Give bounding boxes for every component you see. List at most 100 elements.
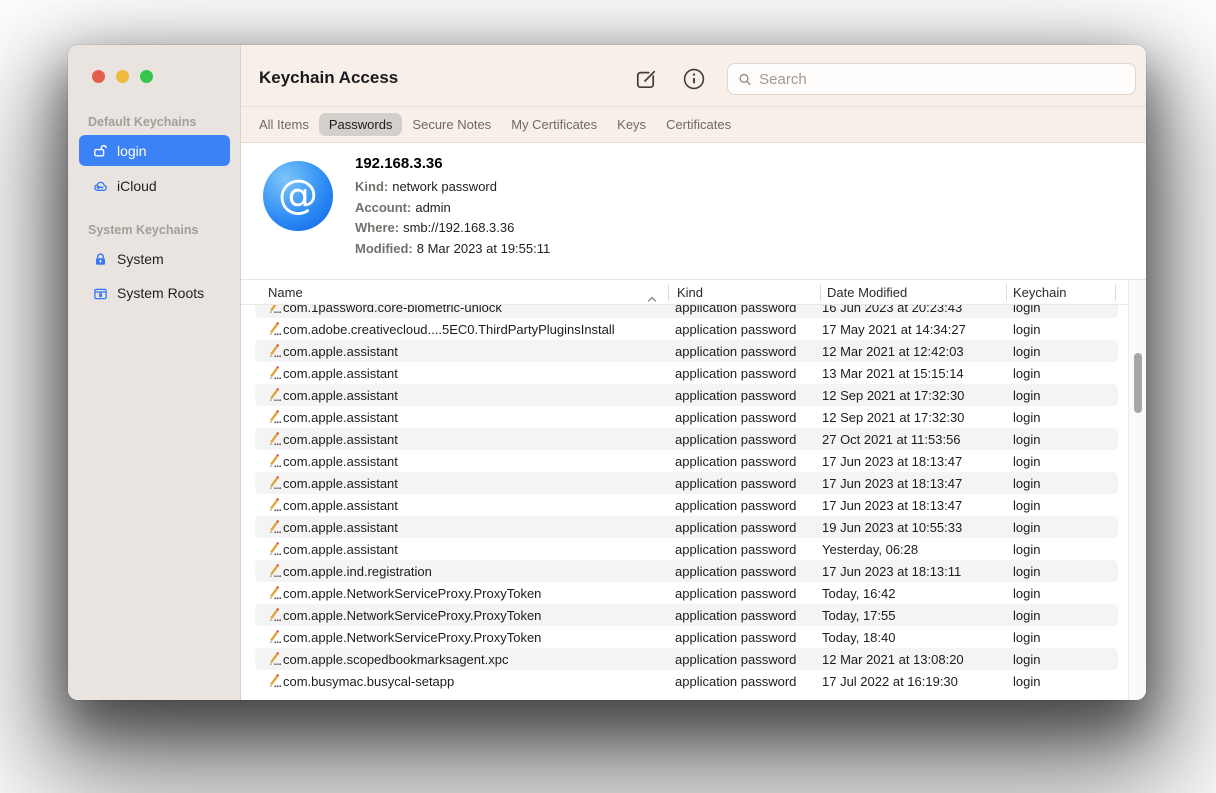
- tab-keys[interactable]: Keys: [607, 113, 656, 136]
- cell-kind: application password: [675, 318, 796, 340]
- column-divider[interactable]: [668, 284, 669, 301]
- cell-kind: application password: [675, 472, 796, 494]
- cell-kind: application password: [675, 516, 796, 538]
- cell-kind: application password: [675, 362, 796, 384]
- cell-keychain: login: [1013, 538, 1040, 560]
- cell-date: 12 Sep 2021 at 17:32:30: [822, 384, 964, 406]
- table-row[interactable]: com.apple.scopedbookmarksagent.xpcapplic…: [241, 648, 1146, 670]
- detail-field: Where: smb://192.168.3.36: [355, 218, 550, 239]
- item-detail-pane: @ 192.168.3.36 Kind:network passwordAcco…: [241, 143, 1146, 280]
- table-row[interactable]: com.apple.assistantapplication password1…: [241, 340, 1146, 362]
- search-input[interactable]: [759, 71, 1125, 88]
- password-pencil-icon: [268, 651, 283, 671]
- close-window-button[interactable]: [92, 70, 105, 83]
- cell-kind: application password: [675, 406, 796, 428]
- column-header-kind[interactable]: Kind: [677, 280, 703, 305]
- table-row[interactable]: com.apple.ind.registrationapplication pa…: [241, 560, 1146, 582]
- table-row[interactable]: com.apple.assistantapplication password1…: [241, 516, 1146, 538]
- detail-field-label: Account:: [355, 200, 411, 215]
- cell-kind: application password: [675, 670, 796, 692]
- cell-name: com.1password.core-biometric-unlock: [283, 305, 502, 318]
- tab-secure-notes[interactable]: Secure Notes: [402, 113, 501, 136]
- cell-kind: application password: [675, 428, 796, 450]
- cell-name: com.apple.assistant: [283, 450, 398, 472]
- cell-keychain: login: [1013, 516, 1040, 538]
- minimize-window-button[interactable]: [116, 70, 129, 83]
- cell-name: com.apple.ind.registration: [283, 560, 432, 582]
- column-header-keychain[interactable]: Keychain: [1013, 280, 1066, 305]
- sidebar-item-label: System: [117, 251, 164, 267]
- sidebar-item-login[interactable]: login: [79, 135, 230, 166]
- table-row[interactable]: com.1password.core-biometric-unlockappli…: [241, 305, 1146, 318]
- sidebar-item-system-roots[interactable]: System Roots: [79, 279, 230, 307]
- column-divider[interactable]: [820, 284, 821, 301]
- detail-field-value: smb://192.168.3.36: [403, 220, 514, 235]
- detail-field: Account:admin: [355, 198, 550, 219]
- cell-date: 12 Mar 2021 at 12:42:03: [822, 340, 964, 362]
- locked-padlock-icon: [92, 251, 109, 268]
- cell-name: com.busymac.busycal-setapp: [283, 670, 454, 692]
- table-row[interactable]: com.apple.assistantapplication passwordY…: [241, 538, 1146, 560]
- password-pencil-icon: [268, 305, 283, 319]
- table-row[interactable]: com.apple.NetworkServiceProxy.ProxyToken…: [241, 582, 1146, 604]
- column-header-name[interactable]: Name: [268, 280, 303, 305]
- tab-my-certificates[interactable]: My Certificates: [501, 113, 607, 136]
- search-field[interactable]: [727, 63, 1136, 95]
- password-pencil-icon: [268, 519, 283, 539]
- new-item-button[interactable]: [633, 66, 659, 92]
- cell-date: 16 Jun 2023 at 20:23:43: [822, 305, 962, 318]
- table-row[interactable]: com.busymac.busycal-setapp application pa…: [241, 670, 1146, 692]
- item-title: 192.168.3.36: [355, 155, 550, 172]
- cell-date: Today, 18:40: [822, 626, 895, 648]
- detail-field-label: Where:: [355, 220, 399, 235]
- column-divider[interactable]: [1006, 284, 1007, 301]
- tab-all-items[interactable]: All Items: [249, 113, 319, 136]
- password-pencil-icon: [268, 453, 283, 473]
- cell-keychain: login: [1013, 494, 1040, 516]
- scrollbar-thumb[interactable]: [1134, 353, 1142, 413]
- column-header-date-modified[interactable]: Date Modified: [827, 280, 907, 305]
- password-pencil-icon: [268, 563, 283, 583]
- cell-name: com.apple.assistant: [283, 340, 398, 362]
- sidebar-item-label: iCloud: [117, 178, 157, 194]
- zoom-window-button[interactable]: [140, 70, 153, 83]
- password-pencil-icon: [268, 387, 283, 407]
- table-row[interactable]: com.apple.assistantapplication password1…: [241, 384, 1146, 406]
- password-pencil-icon: [268, 409, 283, 429]
- cell-keychain: login: [1013, 582, 1040, 604]
- cell-kind: application password: [675, 626, 796, 648]
- unlocked-padlock-icon: [92, 142, 109, 159]
- sidebar-item-system[interactable]: System: [79, 245, 230, 273]
- sidebar-item-icloud[interactable]: iCloud: [79, 172, 230, 200]
- cell-kind: application password: [675, 538, 796, 560]
- table-row[interactable]: com.apple.assistantapplication password1…: [241, 406, 1146, 428]
- table-row[interactable]: com.apple.assistantapplication password1…: [241, 494, 1146, 516]
- table-row[interactable]: com.adobe.creativecloud....5EC0.ThirdPar…: [241, 318, 1146, 340]
- scrollbar-track[interactable]: [1128, 280, 1146, 700]
- info-icon: [681, 66, 707, 92]
- table-row[interactable]: com.apple.assistantapplication password2…: [241, 428, 1146, 450]
- cell-name: com.adobe.creativecloud....5EC0.ThirdPar…: [283, 318, 615, 340]
- table-row[interactable]: com.apple.NetworkServiceProxy.ProxyToken…: [241, 604, 1146, 626]
- table-row[interactable]: com.apple.NetworkServiceProxy.ProxyToken…: [241, 626, 1146, 648]
- tab-certificates[interactable]: Certificates: [656, 113, 741, 136]
- cell-date: Yesterday, 06:28: [822, 538, 918, 560]
- table-row[interactable]: com.apple.assistantapplication password1…: [241, 362, 1146, 384]
- sidebar-item-label: login: [117, 143, 147, 159]
- detail-field-label: Modified:: [355, 241, 413, 256]
- info-button[interactable]: [681, 66, 707, 92]
- password-pencil-icon: [268, 321, 283, 341]
- cell-date: 12 Sep 2021 at 17:32:30: [822, 406, 964, 428]
- password-pencil-icon: [268, 431, 283, 451]
- table-row[interactable]: com.apple.assistantapplication password1…: [241, 472, 1146, 494]
- cell-keychain: login: [1013, 384, 1040, 406]
- tab-passwords[interactable]: Passwords: [319, 113, 403, 136]
- cell-keychain: login: [1013, 670, 1040, 692]
- password-pencil-icon: [268, 475, 283, 495]
- cell-name: com.apple.assistant: [283, 472, 398, 494]
- category-tabs: All ItemsPasswordsSecure NotesMy Certifi…: [241, 107, 1146, 143]
- table-row[interactable]: com.apple.assistantapplication password1…: [241, 450, 1146, 472]
- cell-date: 17 Jul 2022 at 16:19:30: [822, 670, 958, 692]
- cell-keychain: login: [1013, 626, 1040, 648]
- column-divider[interactable]: [1115, 284, 1116, 301]
